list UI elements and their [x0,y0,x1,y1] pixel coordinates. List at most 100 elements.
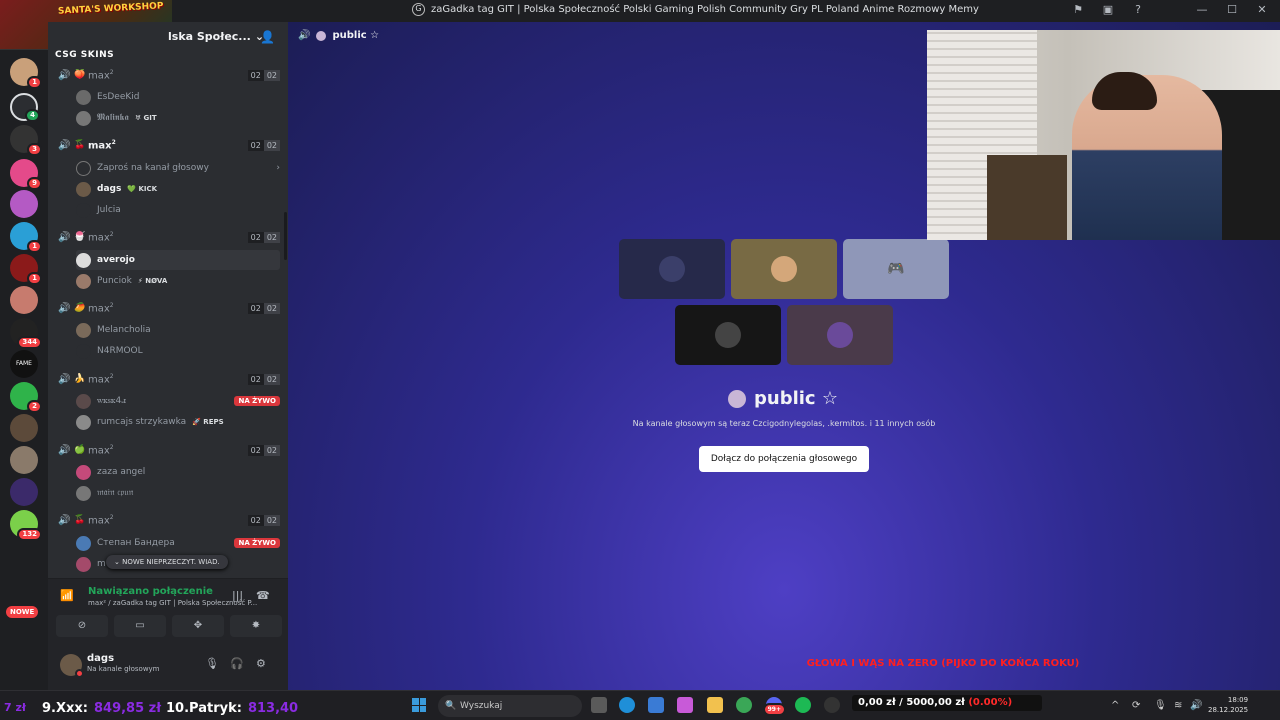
leaderboard-fragment: 7 zł [4,701,26,714]
disconnect-icon[interactable]: ☎ [256,589,270,602]
inbox-icon[interactable]: ▣ [1100,3,1116,16]
join-voice-button[interactable]: Dołącz do połączenia głosowego [699,446,869,472]
server-icon[interactable] [10,478,38,506]
maximize-button[interactable]: ☐ [1224,3,1240,16]
voice-channel[interactable]: 🔊 🍌 max2 02 02 [58,369,280,389]
server-icon[interactable] [10,414,38,442]
server-g-icon: G [412,3,425,16]
voice-user[interactable]: Melancholia [76,320,280,340]
voice-user[interactable]: 𝔪𝔞𝔦𝔫 𝔠𝔭𝔲𝔫 [76,483,280,503]
voice-channel-title: public ☆ [332,30,380,41]
participant-tile[interactable] [619,239,725,299]
leader-value: 849,85 zł [93,701,162,716]
taskbar-search[interactable]: 🔍 Wyszukaj [438,695,582,717]
voice-channel[interactable]: 🔊 🥭 max2 02 02 [58,298,280,318]
voice-connection-panel: 📶 Nawiązano połączenie max² / zaGadka ta… [48,578,288,644]
task-view-icon[interactable] [591,697,607,713]
voice-channel[interactable]: 🔊 🍑 max2 02 02 [58,65,280,85]
participant-tile[interactable] [731,239,837,299]
sidebar-scrollbar[interactable] [284,212,287,260]
voice-channel[interactable]: 🔊 🍒 max2 02 02 [58,510,280,530]
server-icon[interactable]: 132 [10,510,42,541]
voice-user[interactable]: N4RMOOL [76,341,280,361]
mention-badge: 1 [27,240,42,253]
help-icon[interactable]: ? [1130,3,1146,16]
voice-user[interactable]: Степан Бандера NA ŻYWO [76,533,280,553]
connection-status: Nawiązano połączenie [88,586,213,597]
invite-to-voice[interactable]: Zaproś na kanał głosowy › [76,158,280,178]
server-icon[interactable]: 1 [10,254,42,285]
gear-icon[interactable]: ⚙ [256,657,266,670]
voice-user[interactable]: zaza angel [76,462,280,482]
leaderboard-entry: 9.Xxx: 849,85 zł [42,701,161,716]
chevron-up-icon[interactable]: ^ [1111,700,1119,711]
close-button[interactable]: ✕ [1254,3,1270,16]
spotify-icon[interactable] [795,697,811,713]
server-name-header[interactable]: lska Społec... ⌄ [168,30,264,43]
participant-tile[interactable] [787,305,893,365]
copilot-icon[interactable] [677,697,693,713]
microphone-icon[interactable]: 🎙 [205,657,219,670]
signal-icon[interactable]: 📶 [60,589,74,602]
server-icon[interactable] [10,190,38,218]
server-icon[interactable]: 1 [10,222,42,253]
camera-off-button[interactable]: ⊘ [56,615,108,637]
obs-icon[interactable] [824,697,840,713]
donation-goal: 0,00 zł / 5000,00 zł (0.00%) [852,695,1042,711]
voice-user[interactable]: averojo [76,250,280,270]
voice-user[interactable]: Punciok ⚡ NØVA [76,271,280,291]
wifi-icon[interactable]: ≋ [1174,700,1182,711]
voice-user[interactable]: rumcajs strzykawka 🚀 REPS [76,412,280,432]
chrome-icon[interactable] [736,697,752,713]
participant-tile[interactable]: 🎮 [843,239,949,299]
server-icon-fame[interactable]: FAME [10,350,38,378]
voice-user[interactable]: dags 💚 KICK [76,179,280,199]
server-icon-active[interactable]: 4 [10,93,40,122]
server-icon[interactable]: 1 [10,58,42,89]
voice-channel[interactable]: 🔊 🍏 max2 02 02 [58,440,280,460]
taskbar-clock[interactable]: 18:09 28.12.2025 [1208,695,1248,715]
server-icon[interactable]: 9 [10,159,42,190]
voice-channel[interactable]: 🔊 🍒 max2 02 02 [58,135,280,155]
headphones-icon[interactable]: 🎧 [230,657,244,670]
avatar [76,89,91,105]
screen-share-button[interactable]: ▭ [114,615,166,637]
file-explorer-icon[interactable] [707,697,723,713]
flag-icon[interactable]: ⚑ [1070,3,1086,16]
voice-user[interactable]: Julcia [76,200,280,220]
voice-user[interactable]: ꮃꮶꮪꮶ4ꮧ NA ŻYWO [76,391,280,411]
edge-icon[interactable] [619,697,635,713]
channel-emoji-icon: 🍑 [74,70,86,80]
user-name: rumcajs strzykawka [97,417,187,427]
voice-user[interactable]: 𝕸𝖆𝖑𝖎𝖓𝖐𝖆 ♅ GIT [76,108,280,128]
speaker-icon: 🔊 [298,30,311,41]
user-name[interactable]: dags [87,653,114,664]
minimize-button[interactable]: — [1194,3,1210,16]
webcam-background [987,155,1067,240]
invite-people-icon[interactable]: 👤 [260,30,275,44]
server-icon[interactable]: 2 [10,382,42,413]
avatar [715,322,741,348]
server-icon[interactable] [10,446,38,474]
server-icon[interactable]: 3 [10,125,42,156]
user-tag: 🚀 REPS [192,418,224,426]
voice-channel[interactable]: 🔊 🍧 max2 02 02 [58,227,280,247]
new-servers-pill[interactable]: NOWE [6,606,39,618]
sync-icon[interactable]: ⟳ [1132,700,1140,711]
server-icon[interactable]: 344 [10,318,42,349]
windows-start-icon[interactable] [412,698,426,712]
noise-suppression-icon[interactable]: ||| [232,589,243,602]
participant-tile[interactable] [675,305,781,365]
microphone-icon[interactable]: 🎙 [1154,700,1167,711]
volume-icon[interactable]: 🔊 [1190,700,1202,711]
soundboard-button[interactable]: ✸ [230,615,282,637]
server-icon[interactable] [10,286,38,314]
activities-button[interactable]: ✥ [172,615,224,637]
discord-icon[interactable]: 99+ [762,697,786,716]
avatar [76,556,91,572]
chevron-right-icon: › [276,163,280,173]
avatar [76,464,91,480]
voice-user[interactable]: EsDeeKid [76,87,280,107]
new-unread-messages-pill[interactable]: ⌄ NOWE NIEPRZECZYT. WIAD. [106,555,228,569]
store-icon[interactable] [648,697,664,713]
